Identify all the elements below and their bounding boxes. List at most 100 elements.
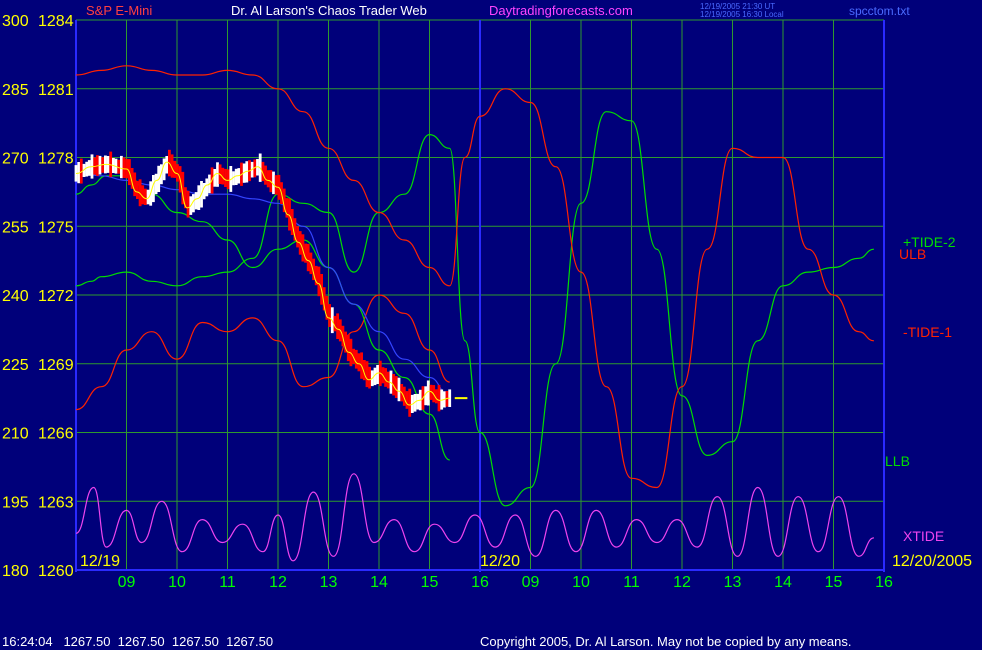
price-bar-down	[386, 371, 390, 389]
series-line-blue	[75, 170, 450, 397]
price-bar-down	[144, 188, 147, 205]
y-tick-osc: 285	[2, 82, 29, 99]
y-tick-osc: 240	[2, 288, 29, 305]
date-label-start: 12/19	[80, 553, 120, 570]
x-tick: 09	[522, 574, 540, 591]
x-tick: 13	[724, 574, 742, 591]
price-bar-down	[173, 160, 177, 178]
y-tick-osc: 300	[2, 13, 29, 30]
x-tick: 15	[421, 574, 439, 591]
price-bar-down	[306, 243, 310, 272]
price-bar-up	[234, 168, 238, 185]
price-bar-down	[274, 175, 278, 195]
x-tick: 10	[572, 574, 590, 591]
y-tick-osc: 210	[2, 426, 29, 443]
price-bar-down	[266, 170, 270, 188]
copyright: Copyright 2005, Dr. Al Larson. May not b…	[480, 634, 851, 649]
price-bar-up	[205, 178, 209, 197]
chart-footer: 16:24:04 1267.50 1267.50 1267.50 1267.50…	[2, 634, 851, 649]
x-tick: 12	[673, 574, 691, 591]
price-bar-up	[85, 161, 89, 177]
x-tick: 14	[774, 574, 792, 591]
price-bar-up	[194, 192, 198, 210]
price-bar-up	[202, 183, 206, 200]
price-bar-up	[162, 158, 166, 181]
series-line-tide-2	[75, 111, 874, 507]
y-tick-price: 1281	[38, 82, 74, 99]
price-bar-down	[136, 180, 139, 199]
price-bar-down	[394, 376, 398, 398]
price-bar-up	[213, 169, 217, 187]
price-bar-down	[405, 391, 409, 409]
price-bar-down	[437, 384, 441, 412]
y-tick-osc: 255	[2, 219, 29, 236]
chaos-trader-chart: 300 1284 285 1281 270 1278 255 1275 240 1272 225 12…	[2, 2, 972, 649]
y-tick-osc: 225	[2, 357, 29, 374]
y-tick-price: 1266	[38, 426, 74, 443]
price-bar-down	[296, 226, 299, 248]
price-bar-up	[416, 393, 420, 410]
x-tick: 11	[623, 574, 640, 591]
price-bar-down	[365, 361, 369, 388]
series-line-tide-1	[75, 65, 874, 489]
x-tick: 13	[320, 574, 338, 591]
chart-series	[75, 65, 875, 562]
price-bar-down	[133, 172, 137, 197]
date-label-end: 12/20/2005	[892, 553, 972, 570]
price-bar-up	[216, 162, 219, 187]
price-readout: 16:24:04 1267.50 1267.50 1267.50 1267.50	[2, 634, 273, 649]
y-tick-price: 1278	[38, 151, 74, 168]
y-tick-price: 1269	[38, 357, 74, 374]
price-bar-up	[397, 377, 401, 402]
x-tick: 09	[118, 574, 136, 591]
y-tick-osc: 180	[2, 563, 29, 580]
price-bar-up	[154, 173, 158, 195]
price-bar-down	[357, 353, 361, 372]
series-label: ULB	[899, 246, 926, 262]
x-tick: 12	[269, 574, 287, 591]
y-tick-price: 1275	[38, 219, 74, 236]
y-tick-price: 1263	[38, 494, 74, 511]
y-tick-price: 1260	[38, 563, 74, 580]
series-label: XTIDE	[903, 528, 944, 544]
price-bar-down	[317, 266, 321, 297]
price-bar-down	[224, 168, 227, 187]
chart-window: 300 1284 285 1281 270 1278 255 1275 240 1272 225 12…	[0, 0, 982, 650]
price-bar-down	[176, 164, 179, 182]
series-label: LLB	[885, 453, 910, 469]
chart-title: Dr. Al Larson's Chaos Trader Web	[231, 3, 427, 18]
price-bar-up	[120, 155, 123, 179]
x-tick: 14	[370, 574, 388, 591]
y-tick-osc: 195	[2, 494, 29, 511]
price-bar-down	[186, 190, 190, 218]
price-bar-up	[165, 156, 169, 174]
file-name: spcctom.txt	[849, 4, 910, 18]
x-tick: 10	[168, 574, 186, 591]
price-bar-down	[226, 169, 230, 190]
price-bar-up	[376, 365, 379, 384]
price-bar-down	[354, 349, 358, 369]
price-bar-down	[264, 165, 267, 185]
series-line-llb	[75, 175, 450, 461]
chart-grid	[75, 19, 885, 572]
axis-labels: 300 1284 285 1281 270 1278 255 1275 240 1272 225 12…	[2, 13, 972, 591]
date-label-mid: 12/20	[480, 553, 520, 570]
price-bar-down	[328, 304, 331, 327]
price-bar-down	[368, 366, 371, 389]
price-bar-down	[336, 313, 339, 339]
x-tick: 16	[875, 574, 893, 591]
symbol-title: S&P E-Mini	[86, 3, 152, 18]
x-tick: 11	[219, 574, 236, 591]
price-bar-up	[87, 160, 91, 176]
series-label: -TIDE-1	[903, 324, 952, 340]
y-tick-osc: 270	[2, 151, 29, 168]
price-bar-down	[408, 388, 412, 417]
series-line-xtide	[75, 473, 875, 562]
price-bars	[74, 149, 468, 417]
site-link[interactable]: Daytradingforecasts.com	[489, 3, 633, 18]
y-tick-price: 1284	[38, 13, 74, 30]
time-local: 12/19/2005 16:30 Local	[700, 10, 784, 19]
x-tick: 16	[471, 574, 489, 591]
price-bar-up	[426, 380, 430, 406]
price-bar-down	[122, 157, 126, 178]
